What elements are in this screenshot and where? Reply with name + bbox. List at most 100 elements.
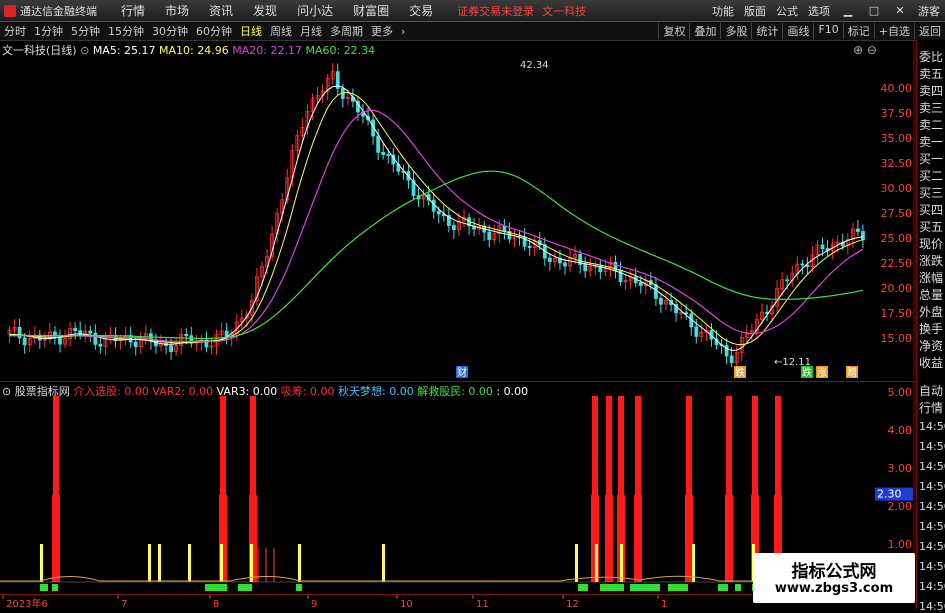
minimize-icon[interactable]: ▁ (840, 4, 856, 17)
period-15min[interactable]: 15分钟 (108, 23, 144, 39)
green-signal-block (52, 584, 58, 591)
event-marker-label: 跌 (735, 366, 745, 379)
quote-panel-item: 买一 (919, 152, 944, 166)
candle-body (654, 284, 658, 299)
ind-tick-label: 3.00 (888, 462, 913, 475)
menu-xuanxiang[interactable]: 选项 (808, 3, 830, 19)
quote-panel-item: 自动 (919, 384, 944, 398)
close-icon[interactable]: ✕ (892, 4, 908, 17)
menu-gongshi[interactable]: 公式 (776, 3, 798, 19)
signal-spike-base (605, 494, 613, 582)
candle-body (724, 344, 729, 357)
maximize-icon[interactable]: □ (866, 4, 882, 17)
current-stock-name: 文一科技 (542, 4, 587, 18)
price-tick-label: 37.50 (881, 107, 913, 120)
btn-tongji[interactable]: 统计 (751, 23, 782, 39)
candle-body (861, 231, 865, 241)
yellow-signal-bar (40, 544, 43, 582)
signal-spike-base (725, 494, 733, 582)
period-more[interactable]: 更多 (371, 23, 393, 39)
menu-hangqing[interactable]: 行情 (121, 2, 145, 19)
menu-shichang[interactable]: 市场 (165, 2, 189, 19)
candle-body (436, 210, 441, 215)
candle-body (169, 345, 174, 353)
kline-chart[interactable]: 文一科技(日线) ⊙ MA5: 25.17 MA10: 24.96 MA20: … (0, 40, 915, 380)
green-signal-block (238, 584, 252, 591)
date-tick-label: 8 (213, 599, 219, 610)
date-tick-label: 2023年6 (6, 597, 48, 610)
quote-panel-item: 14:50 (919, 480, 945, 493)
watermark-line2: www.zbgs3.com (774, 581, 894, 596)
period-multi[interactable]: 多周期 (330, 23, 363, 39)
candle-body (684, 312, 689, 315)
candle-body (785, 279, 790, 282)
period-monthly[interactable]: 月线 (300, 23, 322, 39)
quote-panel-item: 换手 (919, 322, 944, 336)
candle-body (73, 328, 78, 332)
btn-f10[interactable]: F10 (813, 23, 842, 39)
high-price-label: 42.34 (520, 60, 549, 71)
menu-wenxiaoda[interactable]: 问小达 (297, 2, 333, 19)
menu-gongneng[interactable]: 功能 (712, 3, 734, 19)
btn-fanhui[interactable]: 返回 (914, 23, 945, 39)
candle-body (659, 298, 663, 305)
quote-panel-item: 委比 (919, 50, 944, 64)
yellow-signal-bar (158, 544, 161, 582)
period-fenshi[interactable]: 分时 (4, 23, 26, 39)
price-tick-label: 32.50 (881, 157, 913, 170)
quote-panel-item: 卖四 (919, 84, 944, 98)
event-marker-label: 赠 (847, 366, 857, 379)
candle-body (583, 264, 588, 272)
btn-duogu[interactable]: 多股 (720, 23, 751, 39)
quote-panel-item: 净资 (919, 339, 944, 353)
chevron-right-icon[interactable]: › (401, 25, 405, 38)
kline-svg: 40.00 37.50 35.00 32.50 30.00 27.50 25.00 22.50… (7, 40, 915, 380)
quote-panel-item: 14:50 (919, 460, 945, 473)
menu-banmian[interactable]: 版面 (744, 3, 766, 19)
green-signal-block (296, 584, 302, 591)
date-tick-label: 12 (566, 599, 579, 610)
menu-jiaoyi[interactable]: 交易 (409, 2, 433, 19)
period-5min[interactable]: 5分钟 (71, 23, 100, 39)
candle-body (638, 282, 643, 286)
green-signal-block (600, 584, 624, 591)
quote-panel-item: 14:50 (919, 500, 945, 513)
price-tick-label: 20.00 (881, 282, 913, 295)
btn-diejia[interactable]: 叠加 (689, 23, 720, 39)
period-30min[interactable]: 30分钟 (152, 23, 188, 39)
quote-panel-item: 卖五 (919, 67, 944, 81)
green-signal-block (668, 584, 688, 591)
candle-body (17, 326, 22, 339)
candle-body (563, 262, 567, 267)
period-60min[interactable]: 60分钟 (196, 23, 232, 39)
menu-zixun[interactable]: 资讯 (209, 2, 233, 19)
ind-current-value: 2.30 (877, 488, 902, 501)
user-mode[interactable]: 游客 (918, 3, 940, 19)
ma5-line (9, 85, 863, 351)
yellow-signal-bar (148, 544, 151, 582)
candle-body (800, 263, 805, 266)
period-toolbar: 分时 1分钟 5分钟 15分钟 30分钟 60分钟 日线 周线 月线 多周期 更… (0, 22, 945, 41)
green-signal-block (718, 584, 728, 591)
btn-biaoji[interactable]: 标记 (842, 23, 874, 39)
quote-panel-item: 总量 (919, 288, 944, 302)
trade-login-notice[interactable]: 证券交易未登录 (457, 3, 534, 19)
yellow-signal-bar (250, 544, 253, 582)
btn-zixuan[interactable]: +自选 (873, 23, 914, 39)
ind-tick-label: 2.00 (888, 500, 913, 513)
period-daily[interactable]: 日线 (240, 23, 262, 39)
period-weekly[interactable]: 周线 (270, 23, 292, 39)
price-tick-label: 40.00 (881, 82, 913, 95)
price-tick-label: 22.50 (881, 257, 913, 270)
yellow-signal-bar (692, 544, 695, 582)
candle-body (133, 341, 138, 348)
period-1min[interactable]: 1分钟 (34, 23, 63, 39)
btn-huaxian[interactable]: 画线 (782, 23, 813, 39)
price-tick-label: 30.00 (881, 182, 913, 195)
menu-faxian[interactable]: 发现 (253, 2, 277, 19)
btn-fuquan[interactable]: 复权 (658, 23, 689, 39)
menu-caifuquan[interactable]: 财富圈 (353, 2, 389, 19)
quote-panel-item: 14:50 (919, 560, 945, 573)
ind-tick-label: 5.00 (888, 386, 913, 399)
green-signal-block (578, 584, 588, 591)
